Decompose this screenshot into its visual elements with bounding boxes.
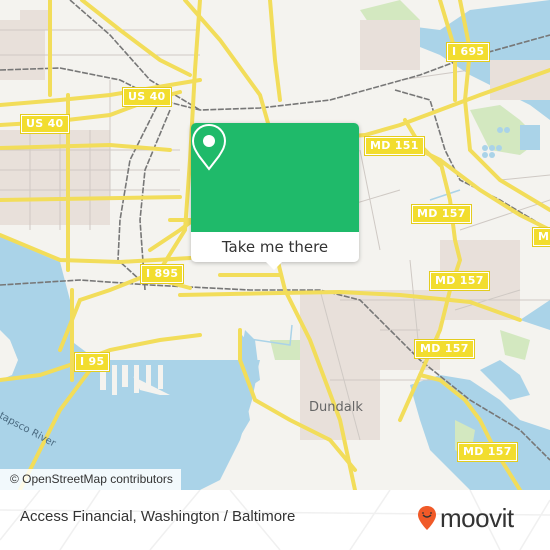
map-attribution[interactable]: © OpenStreetMap contributors xyxy=(0,469,181,490)
moovit-pin-icon xyxy=(418,506,436,530)
route-shield-i695: I 695 xyxy=(445,42,491,62)
route-shield-us40: US 40 xyxy=(20,114,70,134)
route-shield-md157: MD 157 xyxy=(457,442,518,462)
popup-header xyxy=(191,123,359,232)
moovit-wordmark: moovit xyxy=(440,503,514,533)
route-shield-i95: I 95 xyxy=(73,352,111,372)
location-title: Access Financial, Washington / Baltimore xyxy=(20,508,296,525)
route-shield-md: MD xyxy=(532,227,550,247)
take-me-there-button[interactable]: Take me there xyxy=(191,232,359,262)
route-shield-us40: US 40 xyxy=(122,87,172,107)
map-pin-icon xyxy=(191,123,227,171)
location-popup: Take me there xyxy=(191,123,359,270)
place-label-dundalk: Dundalk xyxy=(309,400,363,415)
route-shield-md157: MD 157 xyxy=(411,204,472,224)
moovit-logo[interactable]: moovit xyxy=(417,503,514,533)
route-shield-md157: MD 157 xyxy=(414,339,475,359)
route-shield-md157: MD 157 xyxy=(429,271,490,291)
footer: Access Financial, Washington / Baltimore… xyxy=(0,490,550,550)
map[interactable]: US 40 US 40 I 695 MD 151 MD 157 MD 157 M… xyxy=(0,0,550,490)
route-shield-md151: MD 151 xyxy=(364,136,425,156)
route-shield-i895: I 895 xyxy=(139,264,185,284)
popup-pointer xyxy=(265,261,283,270)
